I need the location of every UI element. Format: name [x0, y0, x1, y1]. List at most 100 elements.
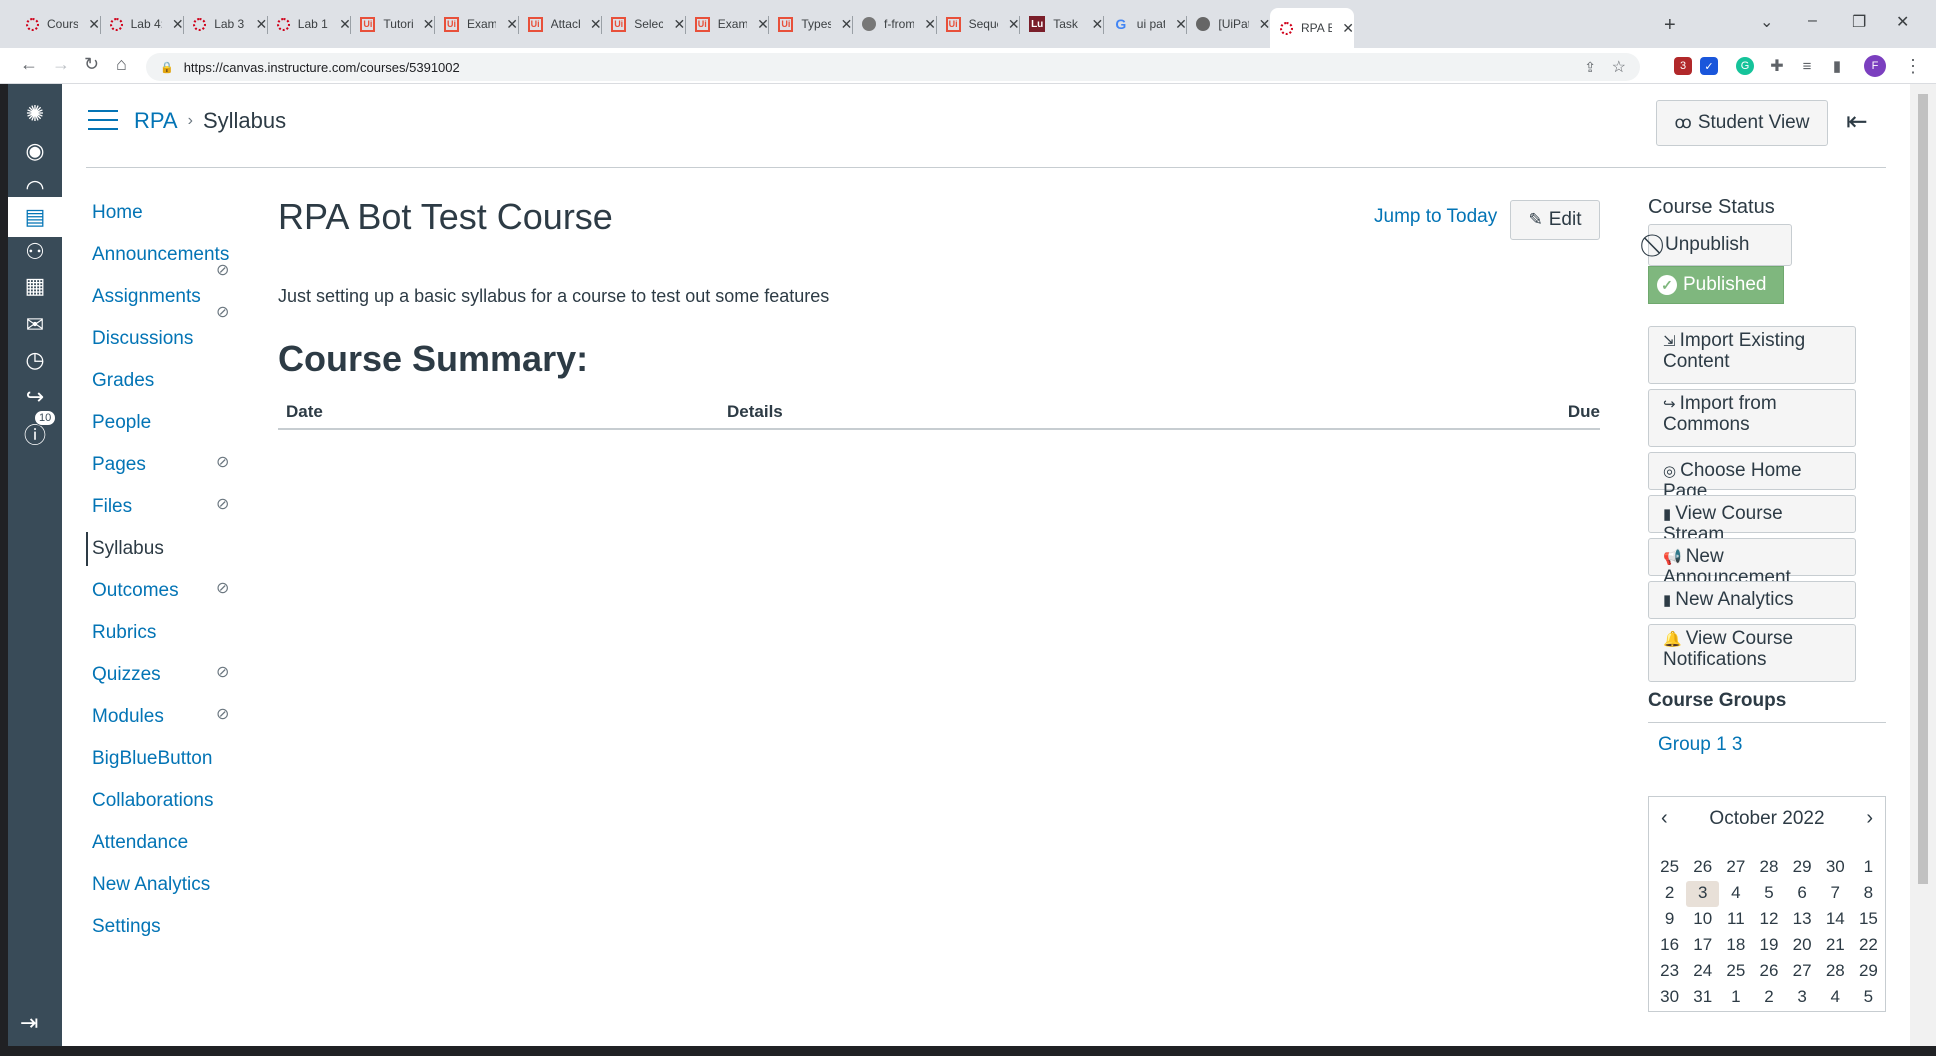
calendar-day[interactable]: 7 — [1819, 881, 1852, 907]
browser-tab[interactable]: [UiPath ✕ — [1186, 10, 1270, 38]
close-window-button[interactable]: ✕ — [1896, 12, 1909, 32]
calendar-day[interactable]: 4 — [1819, 985, 1852, 1011]
calendar-day[interactable]: 8 — [1852, 881, 1885, 907]
calendar-day[interactable]: 4 — [1719, 881, 1752, 907]
calendar-icon[interactable]: ▦ — [8, 266, 62, 306]
close-tab-icon[interactable]: ✕ — [339, 16, 351, 33]
course-nav-home[interactable]: Home — [92, 196, 143, 230]
history-icon[interactable]: ◷ — [8, 340, 62, 380]
close-tab-icon[interactable]: ✕ — [757, 16, 769, 33]
calendar-day[interactable]: 31 — [1686, 985, 1719, 1011]
share-icon[interactable]: ⇪ — [1584, 59, 1596, 76]
browser-tab[interactable]: Course ✕ — [16, 10, 100, 38]
calendar-day[interactable]: 26 — [1752, 959, 1785, 985]
edit-button[interactable]: ✎ Edit — [1510, 200, 1600, 240]
calendar-day[interactable]: 29 — [1786, 855, 1819, 881]
calendar-day[interactable]: 12 — [1752, 907, 1785, 933]
calendar-day[interactable]: 17 — [1686, 933, 1719, 959]
reload-icon[interactable]: ↻ — [84, 54, 99, 75]
calendar-day[interactable]: 25 — [1719, 959, 1752, 985]
sidebar-import-from-commons-button[interactable]: ↪ Import from Commons — [1648, 389, 1856, 447]
calendar-day[interactable]: 23 — [1653, 959, 1686, 985]
calendar-day[interactable]: 15 — [1852, 907, 1885, 933]
browser-tab[interactable]: Ui Types o ✕ — [768, 10, 852, 38]
minimize-button[interactable]: – — [1808, 12, 1817, 30]
extensions-puzzle-icon[interactable]: ✚ — [1768, 57, 1786, 75]
calendar-day[interactable]: 2 — [1653, 881, 1686, 907]
calendar-day[interactable]: 20 — [1786, 933, 1819, 959]
extension-shield-icon[interactable]: 3 — [1674, 57, 1692, 75]
calendar-day[interactable]: 19 — [1752, 933, 1785, 959]
calendar-day[interactable]: 28 — [1752, 855, 1785, 881]
calendar-day[interactable]: 30 — [1653, 985, 1686, 1011]
close-tab-icon[interactable]: ✕ — [172, 16, 184, 33]
sidebar-view-course-stream-button[interactable]: ▮ View Course Stream — [1648, 495, 1856, 545]
unpublish-button[interactable]: ⃠ Unpublish — [1648, 224, 1792, 266]
calendar-day[interactable]: 21 — [1819, 933, 1852, 959]
browser-tab[interactable]: Ui Tutoria ✕ — [350, 10, 434, 38]
calendar-day[interactable]: 24 — [1686, 959, 1719, 985]
browser-tab[interactable]: Ui Exampl ✕ — [685, 10, 769, 38]
maximize-button[interactable]: ❐ — [1852, 12, 1866, 32]
calendar-day[interactable]: 13 — [1786, 907, 1819, 933]
canvas-logo-icon[interactable]: ✺ — [8, 94, 62, 134]
close-tab-icon[interactable]: ✕ — [1091, 16, 1103, 33]
back-icon[interactable]: ← — [20, 54, 38, 75]
close-tab-icon[interactable]: ✕ — [423, 16, 435, 33]
commons-icon[interactable]: ↪ — [8, 377, 62, 417]
close-tab-icon[interactable]: ✕ — [1008, 16, 1020, 33]
scrollbar-thumb[interactable] — [1918, 94, 1928, 884]
calendar-day[interactable]: 5 — [1752, 881, 1785, 907]
course-nav-discussions[interactable]: Discussions — [92, 322, 193, 356]
course-nav-announcements[interactable]: Announcements — [92, 238, 229, 272]
inbox-icon[interactable]: ✉ — [8, 305, 62, 345]
course-nav-attendance[interactable]: Attendance — [92, 826, 188, 860]
calendar-day[interactable]: 18 — [1719, 933, 1752, 959]
forward-icon[interactable]: → — [52, 54, 70, 75]
browser-tab[interactable]: f-from ✕ — [852, 10, 936, 38]
address-bar[interactable]: 🔒 https://canvas.instructure.com/courses… — [146, 53, 1640, 81]
course-nav-assignments[interactable]: Assignments — [92, 280, 201, 314]
calendar-day[interactable]: 25 — [1653, 855, 1686, 881]
tab-search-icon[interactable]: ⌄ — [1760, 12, 1773, 32]
published-button[interactable]: ✓ Published — [1648, 266, 1784, 304]
group-link[interactable]: Group 1 3 — [1658, 734, 1743, 756]
browser-tab[interactable]: Lab 3: I ✕ — [183, 10, 267, 38]
close-tab-icon[interactable]: ✕ — [590, 16, 602, 33]
course-nav-modules[interactable]: Modules — [92, 700, 164, 734]
browser-tab[interactable]: RPA Bo ✕ — [1270, 8, 1354, 48]
calendar-next-icon[interactable]: › — [1866, 807, 1873, 830]
jump-to-today-link[interactable]: Jump to Today — [1374, 206, 1497, 228]
close-tab-icon[interactable]: ✕ — [673, 16, 685, 33]
calendar-day[interactable]: 28 — [1819, 959, 1852, 985]
sidebar-choose-home-page-button[interactable]: ◎ Choose Home Page — [1648, 452, 1856, 502]
course-nav-syllabus[interactable]: Syllabus — [86, 532, 164, 566]
calendar-day[interactable]: 29 — [1852, 959, 1885, 985]
browser-tab[interactable]: Lu Task bo ✕ — [1019, 10, 1103, 38]
reading-list-icon[interactable]: ≡ — [1798, 57, 1816, 75]
browser-tab[interactable]: Gui path ✕ — [1103, 10, 1186, 38]
calendar-day[interactable]: 27 — [1719, 855, 1752, 881]
calendar-day[interactable]: 3 — [1786, 985, 1819, 1011]
course-nav-collaborations[interactable]: Collaborations — [92, 784, 213, 818]
close-tab-icon[interactable]: ✕ — [1342, 20, 1354, 37]
browser-menu-icon[interactable]: ⋮ — [1904, 56, 1922, 77]
browser-tab[interactable]: Ui Selecto ✕ — [601, 10, 685, 38]
sidebar-new-announcement-button[interactable]: 📢 New Announcement — [1648, 538, 1856, 588]
close-tab-icon[interactable]: ✕ — [255, 16, 267, 33]
course-nav-new-analytics[interactable]: New Analytics — [92, 868, 210, 902]
calendar-day[interactable]: 3 — [1686, 881, 1720, 907]
browser-tab[interactable]: Lab 1: I ✕ — [267, 10, 351, 38]
calendar-day[interactable]: 27 — [1786, 959, 1819, 985]
course-nav-grades[interactable]: Grades — [92, 364, 154, 398]
breadcrumb-course-link[interactable]: RPA — [134, 108, 178, 134]
close-tab-icon[interactable]: ✕ — [841, 16, 853, 33]
sidebar-view-course-notifications-button[interactable]: 🔔 View Course Notifications — [1648, 624, 1856, 682]
calendar-day[interactable]: 22 — [1852, 933, 1885, 959]
courses-icon[interactable]: ▤ — [8, 197, 62, 237]
page-scrollbar[interactable] — [1910, 84, 1936, 1056]
calendar-day[interactable]: 10 — [1686, 907, 1719, 933]
calendar-day[interactable]: 1 — [1852, 855, 1885, 881]
calendar-day[interactable]: 30 — [1819, 855, 1852, 881]
new-tab-button[interactable]: + — [1664, 14, 1676, 37]
